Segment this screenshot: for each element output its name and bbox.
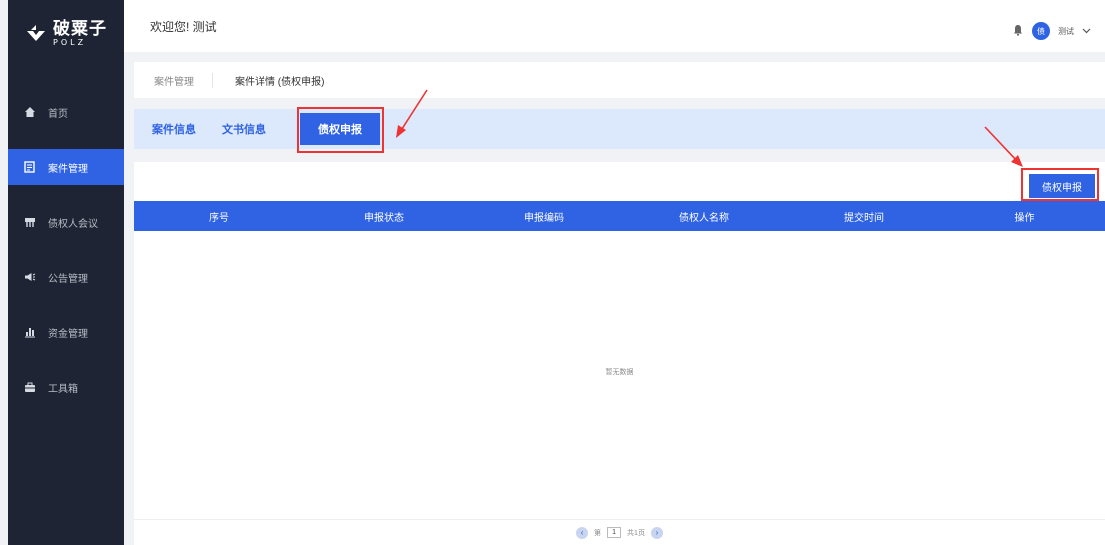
sidebar-item-label: 公告管理 bbox=[48, 273, 88, 285]
bell-icon[interactable] bbox=[1012, 24, 1024, 38]
sidebar-item-funds[interactable]: 资金管理 bbox=[8, 314, 124, 350]
annotation-highlight-box bbox=[297, 107, 384, 153]
top-header: 欢迎您! 测试 债 测试 bbox=[124, 0, 1105, 52]
sidebar-item-announcements[interactable]: 公告管理 bbox=[8, 259, 124, 295]
annotation-highlight-box bbox=[1021, 168, 1099, 201]
page-total: 共1页 bbox=[627, 529, 645, 537]
sidebar-item-home[interactable]: 首页 bbox=[8, 94, 124, 130]
brand-logo[interactable]: 破粟子 POLZ bbox=[8, 0, 124, 66]
column-header: 序号 bbox=[209, 212, 229, 224]
sidebar-item-toolbox[interactable]: 工具箱 bbox=[8, 369, 124, 405]
breadcrumb-current: 案件详情 (债权申报) bbox=[235, 76, 325, 88]
brand-sub: POLZ bbox=[53, 37, 87, 47]
chart-icon bbox=[24, 326, 36, 338]
tab-case-info[interactable]: 案件信息 bbox=[152, 109, 196, 149]
tab-document-info[interactable]: 文书信息 bbox=[222, 109, 266, 149]
meeting-icon bbox=[24, 216, 36, 228]
brand-name: 破粟子 bbox=[53, 18, 107, 38]
case-icon bbox=[24, 161, 36, 173]
sidebar-item-label: 案件管理 bbox=[48, 163, 88, 175]
user-menu[interactable]: 债 测试 bbox=[1012, 22, 1091, 40]
sidebar-item-label: 工具箱 bbox=[48, 383, 78, 395]
breadcrumb: 案件管理 案件详情 (债权申报) bbox=[134, 62, 1105, 98]
next-page-icon[interactable]: › bbox=[650, 526, 663, 539]
prev-page-icon[interactable]: ‹ bbox=[576, 526, 589, 539]
sidebar: 破粟子 POLZ 首页 案件管理 债权人会议 公告管理 资金管理 工具箱 bbox=[8, 0, 124, 545]
sidebar-item-label: 资金管理 bbox=[48, 328, 88, 340]
home-icon bbox=[24, 106, 36, 118]
username[interactable]: 测试 bbox=[1058, 26, 1074, 37]
sidebar-item-creditor-meeting[interactable]: 债权人会议 bbox=[8, 204, 124, 240]
megaphone-icon bbox=[24, 271, 36, 283]
sidebar-nav: 首页 案件管理 债权人会议 公告管理 资金管理 工具箱 bbox=[8, 94, 124, 405]
logo-icon bbox=[25, 22, 47, 44]
page-prefix: 第 bbox=[594, 529, 602, 537]
pagination: ‹ 第 1 共1页 › bbox=[134, 519, 1105, 545]
detail-tabs: 案件信息 文书信息 债权申报 bbox=[134, 109, 1105, 149]
table-header: 序号 申报状态 申报编码 债权人名称 提交时间 操作 bbox=[134, 201, 1105, 231]
empty-state-text: 暂无数据 bbox=[605, 369, 634, 376]
toolbox-icon bbox=[24, 381, 36, 393]
sidebar-item-label: 债权人会议 bbox=[48, 218, 98, 230]
content-panel: 债权申报 序号 申报状态 申报编码 债权人名称 提交时间 操作 暂无数据 ‹ 第… bbox=[134, 162, 1105, 545]
column-header: 提交时间 bbox=[844, 212, 884, 224]
page-number-input[interactable]: 1 bbox=[607, 527, 622, 538]
column-header: 债权人名称 bbox=[679, 212, 729, 224]
column-header: 操作 bbox=[1014, 212, 1035, 224]
chevron-down-icon[interactable] bbox=[1082, 27, 1091, 36]
avatar[interactable]: 债 bbox=[1032, 22, 1050, 40]
welcome-text: 欢迎您! 测试 bbox=[150, 19, 217, 34]
sidebar-item-case-management[interactable]: 案件管理 bbox=[8, 149, 124, 185]
column-header: 申报状态 bbox=[364, 212, 404, 224]
breadcrumb-parent[interactable]: 案件管理 bbox=[154, 72, 213, 88]
sidebar-item-label: 首页 bbox=[48, 108, 68, 120]
column-header: 申报编码 bbox=[524, 212, 564, 224]
